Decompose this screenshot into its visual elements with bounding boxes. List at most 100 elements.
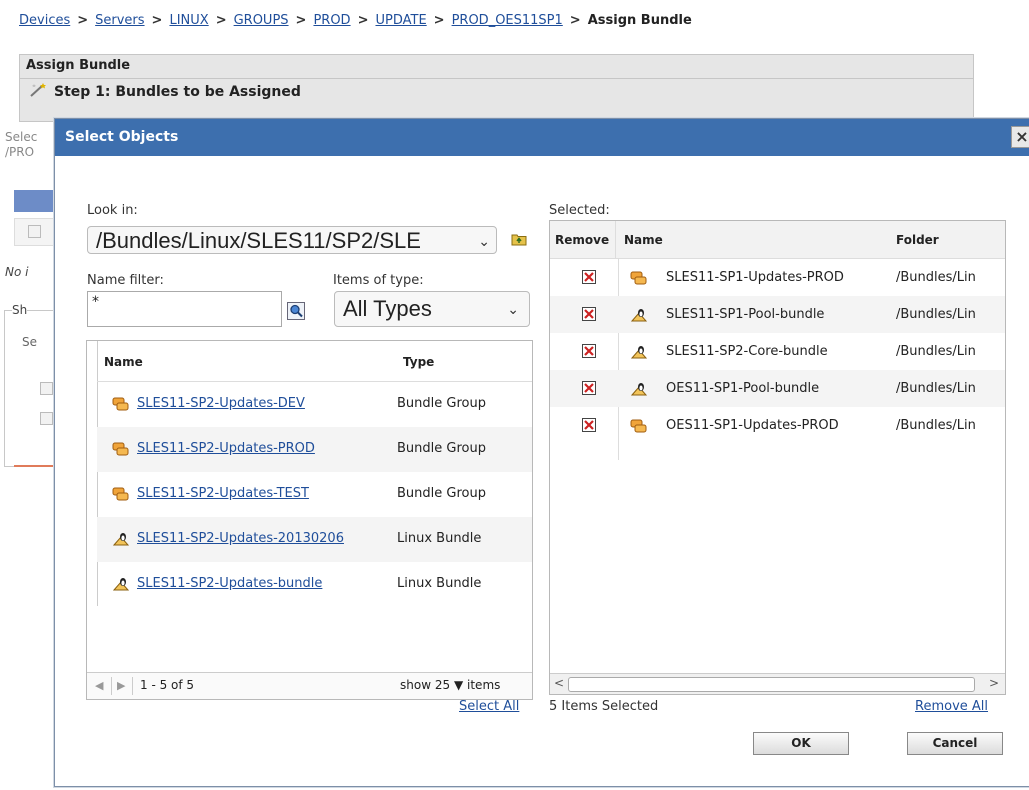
breadcrumb-devices[interactable]: Devices [19, 13, 70, 28]
name-filter-input[interactable]: * [87, 291, 282, 327]
remove-icon[interactable] [582, 270, 596, 284]
selected-item-name: SLES11-SP2-Core-bundle [666, 344, 828, 359]
bg-checkbox [40, 412, 53, 425]
caret-down-icon[interactable]: ▼ [454, 678, 463, 692]
breadcrumb-separator: > [151, 13, 163, 28]
item-name-link[interactable]: SLES11-SP2-Updates-PROD [137, 441, 315, 456]
next-page-icon[interactable]: ▶ [117, 679, 125, 692]
page-size-items-label: items [467, 678, 501, 692]
column-header-type[interactable]: Type [403, 355, 434, 369]
dialog-title: Select Objects [65, 129, 179, 145]
selected-row: SLES11-SP1-Updates-PROD /Bundles/Lin [550, 259, 1005, 296]
selected-objects-list: Remove Name Folder SLES11-SP1-Updates-PR… [549, 220, 1006, 695]
items-selected-count: 5 Items Selected [549, 699, 659, 714]
object-browser-list: Name Type SLES11-SP2-Updates-DEV Bundle … [86, 340, 533, 700]
items-of-type-label: Items of type: [333, 273, 424, 288]
item-type: Bundle Group [397, 396, 486, 411]
remove-icon[interactable] [582, 418, 596, 432]
name-filter-label: Name filter: [87, 273, 164, 288]
list-item[interactable]: SLES11-SP2-Updates-DEV Bundle Group [97, 382, 532, 427]
bundle-group-icon [630, 419, 647, 433]
scrollbar-thumb[interactable] [568, 677, 975, 692]
remove-icon[interactable] [582, 344, 596, 358]
item-type: Linux Bundle [397, 531, 482, 546]
assign-bundle-title: Assign Bundle [26, 58, 131, 73]
bg-fragment: Sh [12, 303, 28, 317]
item-type: Bundle Group [397, 441, 486, 456]
items-of-type-select[interactable]: All Types ⌄ [334, 291, 530, 327]
breadcrumb-groups[interactable]: GROUPS [234, 13, 289, 28]
select-all-link[interactable]: Select All [459, 699, 519, 714]
remove-icon[interactable] [582, 307, 596, 321]
item-name-link[interactable]: SLES11-SP2-Updates-DEV [137, 396, 305, 411]
bg-fragment: Selec [5, 130, 38, 144]
list-item[interactable]: SLES11-SP2-Updates-TEST Bundle Group [97, 472, 532, 517]
look-in-select[interactable]: /Bundles/Linux/SLES11/SP2/SLE ⌄ [87, 226, 497, 254]
wizard-wand-icon [30, 83, 46, 97]
select-objects-dialog: Select Objects × Look in: /Bundles/Linux… [54, 118, 1029, 787]
chevron-down-icon: ⌄ [478, 233, 490, 249]
selected-row: OES11-SP1-Pool-bundle /Bundles/Lin [550, 370, 1005, 407]
ok-button[interactable]: OK [753, 732, 849, 755]
breadcrumb-prod-oes11sp1[interactable]: PROD_OES11SP1 [452, 13, 563, 28]
panel-divider [20, 78, 973, 79]
page-size-value[interactable]: 25 [435, 678, 450, 692]
item-type: Linux Bundle [397, 576, 482, 591]
linux-bundle-icon [630, 346, 648, 359]
breadcrumb-separator: > [357, 13, 369, 28]
column-header-name[interactable]: Name [104, 355, 143, 369]
list-item[interactable]: SLES11-SP2-Updates-PROD Bundle Group [97, 427, 532, 472]
linux-bundle-icon [630, 383, 648, 396]
remove-all-link[interactable]: Remove All [915, 699, 988, 714]
step-label: Step 1: Bundles to be Assigned [54, 84, 301, 100]
breadcrumb-separator: > [569, 13, 581, 28]
selected-item-name: OES11-SP1-Updates-PROD [666, 418, 839, 433]
page-size-control[interactable]: show 25 ▼ items [400, 678, 500, 692]
bundle-group-icon [630, 271, 647, 285]
column-header-remove[interactable]: Remove [555, 233, 609, 247]
selected-item-name: OES11-SP1-Pool-bundle [666, 381, 820, 396]
selected-label: Selected: [549, 203, 610, 218]
search-icon[interactable] [287, 302, 305, 320]
breadcrumb-linux[interactable]: LINUX [169, 13, 208, 28]
selected-item-folder: /Bundles/Lin [896, 381, 976, 396]
item-name-link[interactable]: SLES11-SP2-Updates-20130206 [137, 531, 344, 546]
list-item[interactable]: SLES11-SP2-Updates-bundle Linux Bundle [97, 562, 532, 607]
pager-divider [111, 677, 112, 695]
breadcrumb-current: Assign Bundle [587, 13, 692, 28]
breadcrumb-prod[interactable]: PROD [313, 13, 350, 28]
close-icon[interactable]: × [1011, 126, 1029, 148]
item-name-link[interactable]: SLES11-SP2-Updates-bundle [137, 576, 322, 591]
selected-item-folder: /Bundles/Lin [896, 270, 976, 285]
bg-checkbox [28, 225, 41, 238]
step-heading: Step 1: Bundles to be Assigned [28, 82, 301, 100]
chevron-down-icon: ⌄ [507, 301, 519, 317]
dialog-title-bar: Select Objects [55, 119, 1029, 156]
remove-icon[interactable] [582, 381, 596, 395]
assign-bundle-panel: Assign Bundle Step 1: Bundles to be Assi… [19, 54, 974, 122]
selected-row: OES11-SP1-Updates-PROD /Bundles/Lin [550, 407, 1005, 444]
breadcrumb-servers[interactable]: Servers [95, 13, 144, 28]
breadcrumb-separator: > [433, 13, 445, 28]
item-name-link[interactable]: SLES11-SP2-Updates-TEST [137, 486, 309, 501]
bg-fragment: No i [5, 265, 29, 279]
bg-fragment: /PRO [5, 145, 35, 159]
previous-page-icon[interactable]: ◀ [95, 679, 103, 692]
list-pager: ◀ ▶ 1 - 5 of 5 show 25 ▼ items [87, 672, 532, 699]
look-in-label: Look in: [87, 203, 138, 218]
breadcrumb-separator: > [215, 13, 227, 28]
folder-up-icon[interactable] [511, 232, 527, 246]
linux-bundle-icon [112, 533, 130, 546]
cancel-button[interactable]: Cancel [907, 732, 1003, 755]
list-item[interactable]: SLES11-SP2-Updates-20130206 Linux Bundle [97, 517, 532, 562]
pager-divider [132, 677, 133, 695]
scroll-right-icon[interactable]: > [989, 676, 999, 690]
scroll-left-icon[interactable]: < [554, 676, 564, 690]
breadcrumb-update[interactable]: UPDATE [375, 13, 426, 28]
horizontal-scrollbar[interactable]: < > [550, 673, 1005, 694]
column-header-name[interactable]: Name [624, 233, 663, 247]
breadcrumb: Devices > Servers > LINUX > GROUPS > PROD > UPDATE… [19, 13, 692, 28]
column-header-folder[interactable]: Folder [896, 233, 939, 247]
selected-item-folder: /Bundles/Lin [896, 307, 976, 322]
bg-fragment: Se [22, 335, 37, 349]
